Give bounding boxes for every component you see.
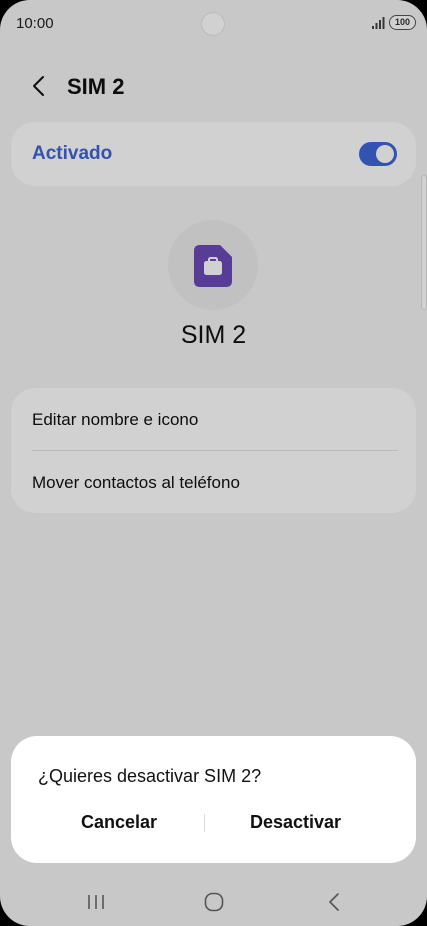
navigation-bar bbox=[0, 882, 427, 922]
dialog-separator bbox=[204, 814, 205, 832]
screen: 10:00 100 SIM 2 Activado SIM 2 Editar no… bbox=[0, 0, 427, 926]
home-icon[interactable] bbox=[202, 890, 226, 914]
deactivate-button[interactable]: Desactivar bbox=[250, 812, 341, 833]
dialog-title: ¿Quieres desactivar SIM 2? bbox=[38, 766, 262, 786]
deactivate-dialog: ¿Quieres desactivar SIM 2? Cancelar Desa… bbox=[11, 736, 416, 863]
cancel-button[interactable]: Cancelar bbox=[81, 812, 157, 833]
recents-icon[interactable] bbox=[84, 890, 108, 914]
back-icon[interactable] bbox=[322, 890, 346, 914]
